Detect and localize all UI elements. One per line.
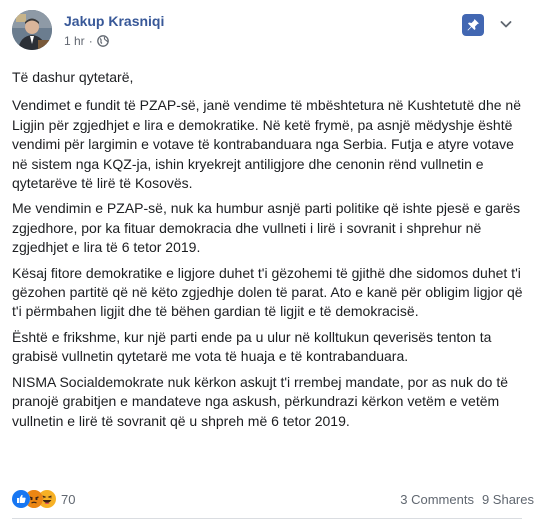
reactions-summary[interactable]: 70 (12, 490, 75, 508)
post-paragraph: Me vendimin e PZAP-së, nuk ka humbur asn… (12, 200, 521, 256)
facebook-post: Jakup Krasniqi 1 hr · Të dashur qytetarë… (0, 0, 534, 528)
post-paragraph: Është e frikshme, kur një parti ende pa … (12, 328, 492, 365)
like-icon (12, 490, 30, 508)
post-paragraph: NISMA Socialdemokrate nuk kërkon askujt … (12, 373, 509, 429)
post-time[interactable]: 1 hr (64, 34, 85, 48)
chevron-down-icon[interactable] (494, 12, 518, 36)
comments-link[interactable]: 3 Comments (400, 492, 474, 507)
post-paragraph: Vendimet e fundit të PZAP-së, janë vendi… (12, 97, 521, 192)
reaction-count: 70 (61, 491, 76, 507)
post-stats: 3 Comments 9 Shares (400, 492, 534, 507)
footer-divider (12, 518, 522, 519)
post-text: Të dashur qytetarë, Vendimet e fundit të… (12, 68, 524, 437)
pin-icon[interactable] (462, 14, 484, 36)
post-footer: 70 3 Comments 9 Shares (12, 488, 534, 512)
globe-icon[interactable] (96, 35, 109, 47)
post-meta: 1 hr · (64, 34, 109, 48)
avatar-image (12, 10, 52, 50)
post-paragraph: Kësaj fitore demokratike e ligjore duhet… (12, 264, 523, 320)
post-paragraph: Të dashur qytetarë, (12, 69, 134, 85)
post-header: Jakup Krasniqi 1 hr · (12, 10, 522, 56)
author-avatar[interactable] (12, 10, 52, 50)
shares-link[interactable]: 9 Shares (482, 492, 534, 507)
author-name[interactable]: Jakup Krasniqi (64, 13, 164, 29)
meta-separator: · (88, 34, 93, 48)
